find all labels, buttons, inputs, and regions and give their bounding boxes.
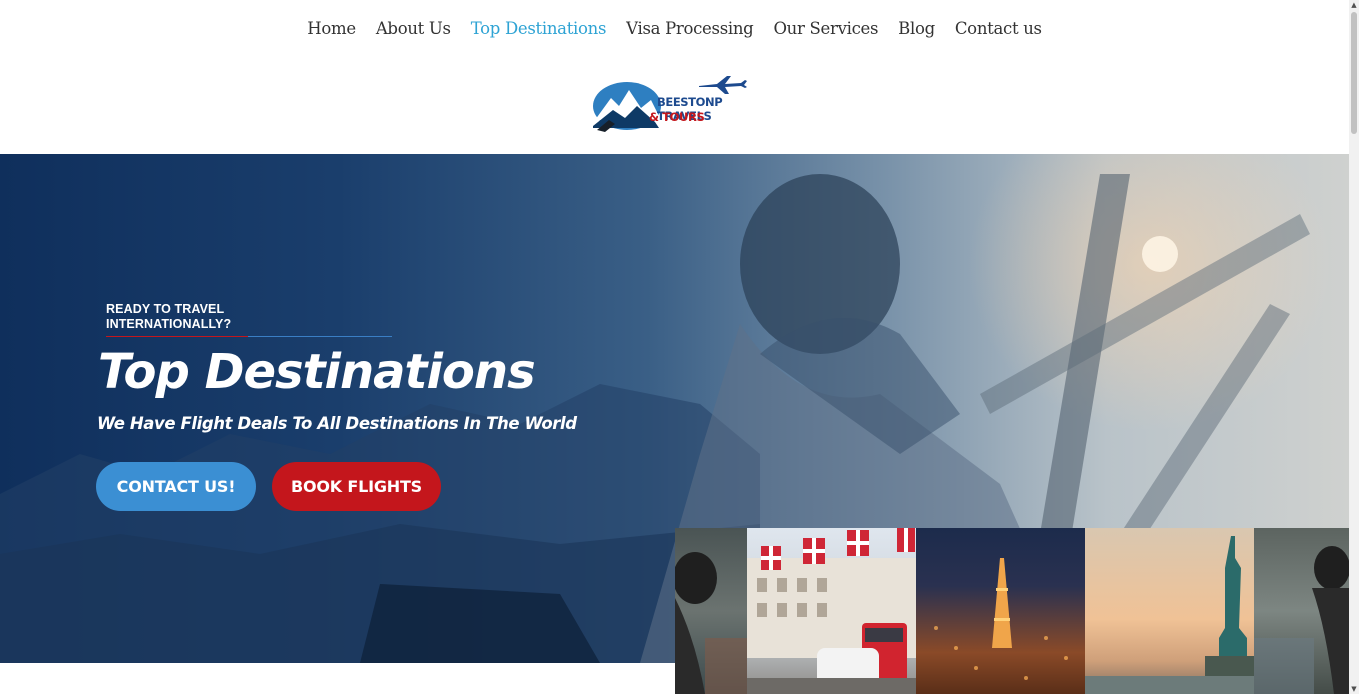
main-nav: Home About Us Top Destinations Visa Proc…: [0, 0, 1349, 56]
scroll-down-icon[interactable]: ▼: [1349, 684, 1359, 694]
hero-subtitle: We Have Flight Deals To All Destinations…: [97, 414, 577, 433]
nav-home[interactable]: Home: [307, 19, 356, 38]
destination-gallery: [675, 528, 1349, 694]
nav-our-services[interactable]: Our Services: [773, 19, 878, 38]
hero-eyebrow: READY TO TRAVEL INTERNATIONALLY?: [106, 302, 232, 331]
gallery-tile-statue-of-liberty[interactable]: [1085, 528, 1254, 694]
gallery-tile-statue-fountain-2[interactable]: [1254, 528, 1349, 694]
hero-bottom-divider: [0, 663, 675, 694]
london-street-image: [747, 528, 916, 694]
scroll-thumb[interactable]: [1351, 12, 1357, 134]
gallery-tile-statue-fountain[interactable]: [675, 528, 747, 694]
scroll-up-icon[interactable]: ▲: [1349, 0, 1359, 10]
statue-image: [675, 552, 747, 694]
gallery-tile-london-street[interactable]: [747, 528, 916, 694]
page-scrollbar[interactable]: ▲ ▼: [1349, 0, 1359, 694]
logo-text-line2: & TOURS: [649, 110, 705, 124]
hero-title: Top Destinations: [98, 344, 536, 400]
book-flights-button[interactable]: BOOK FLIGHTS: [272, 462, 441, 511]
eyebrow-divider-red: [106, 336, 248, 337]
site-logo[interactable]: BEESTONP TRAVELS & TOURS: [589, 70, 761, 138]
gallery-tile-paris-night[interactable]: [916, 528, 1085, 694]
nav-top-destinations[interactable]: Top Destinations: [471, 19, 607, 38]
nav-blog[interactable]: Blog: [898, 19, 935, 38]
paris-night-image: [934, 558, 1068, 680]
airplane-icon: [699, 76, 747, 94]
eyebrow-divider-blue: [248, 336, 392, 337]
nav-visa-processing[interactable]: Visa Processing: [626, 19, 754, 38]
statue-image-2: [1254, 546, 1349, 694]
nav-about-us[interactable]: About Us: [376, 19, 451, 38]
contact-us-button[interactable]: CONTACT US!: [96, 462, 256, 511]
statue-of-liberty-image: [1085, 536, 1254, 694]
nav-contact-us[interactable]: Contact us: [955, 19, 1042, 38]
